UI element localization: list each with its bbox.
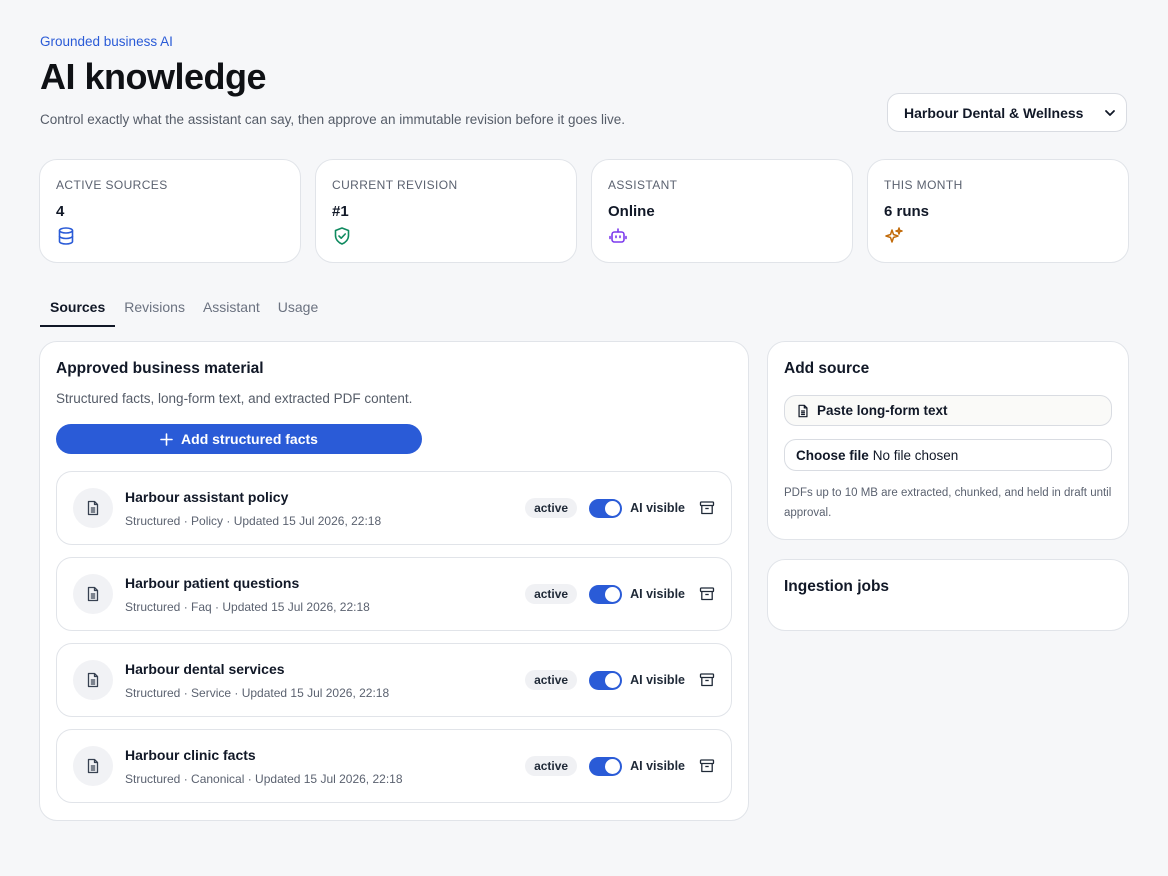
source-row: Harbour assistant policy Structured · Po… bbox=[56, 471, 732, 545]
source-row: Harbour dental services Structured · Ser… bbox=[56, 643, 732, 717]
stat-card-active-sources: Active sources 4 bbox=[39, 159, 301, 263]
add-source-card: Add source Paste long-form text Choose f… bbox=[767, 341, 1129, 540]
toggle-label: AI visible bbox=[630, 759, 685, 773]
stat-label: Active sources bbox=[56, 178, 168, 192]
stat-card-this-month: This month 6 runs bbox=[867, 159, 1129, 263]
source-meta: Structured · Service · Updated 15 Jul 20… bbox=[125, 685, 390, 700]
status-badge: active bbox=[525, 498, 578, 518]
plus-icon bbox=[160, 432, 173, 446]
archive-icon[interactable] bbox=[699, 758, 715, 774]
toggle-label: AI visible bbox=[630, 587, 685, 601]
source-name: Harbour dental services bbox=[125, 660, 285, 677]
stat-value: 4 bbox=[56, 203, 65, 220]
archive-icon[interactable] bbox=[699, 672, 715, 688]
source-meta: Structured · Canonical · Updated 15 Jul … bbox=[125, 771, 403, 786]
source-meta: Structured · Policy · Updated 15 Jul 202… bbox=[125, 513, 382, 528]
approved-material-card: Approved business material Structured fa… bbox=[39, 341, 749, 821]
ai-visible-toggle[interactable] bbox=[589, 756, 623, 776]
add-button-label: Add structured facts bbox=[181, 431, 318, 447]
tab-bar: Sources Revisions Assistant Usage bbox=[40, 296, 327, 327]
stat-value: 6 runs bbox=[884, 203, 930, 220]
document-icon bbox=[73, 660, 113, 700]
page-title: AI knowledge bbox=[40, 56, 267, 97]
upload-hint: PDFs up to 10 MB are extracted, chunked,… bbox=[784, 487, 1112, 519]
stat-value: #1 bbox=[332, 203, 349, 220]
choose-file-button[interactable]: Choose file bbox=[796, 448, 869, 463]
toggle-label: AI visible bbox=[630, 673, 685, 687]
tab-sources[interactable]: Sources bbox=[40, 296, 116, 327]
tab-revisions[interactable]: Revisions bbox=[115, 296, 194, 327]
bot-icon bbox=[609, 228, 627, 243]
document-icon bbox=[73, 574, 113, 614]
stat-label: Current revision bbox=[332, 178, 458, 192]
toggle-label: AI visible bbox=[630, 501, 685, 515]
ai-visible-toggle[interactable] bbox=[589, 498, 623, 518]
stat-label: Assistant bbox=[608, 178, 678, 192]
clinic-select-value: Harbour Dental & Wellness bbox=[904, 104, 1084, 121]
sparkles-icon bbox=[885, 227, 903, 243]
page-description: Control exactly what the assistant can s… bbox=[40, 112, 626, 127]
file-input[interactable]: Choose file No file chosen bbox=[784, 439, 1112, 471]
source-name: Harbour clinic facts bbox=[125, 746, 256, 763]
paste-button-label: Paste long-form text bbox=[817, 403, 948, 418]
tab-assistant[interactable]: Assistant bbox=[194, 296, 269, 327]
status-badge: active bbox=[525, 670, 578, 690]
ai-visible-toggle[interactable] bbox=[589, 584, 623, 604]
card-subtitle: Structured facts, long-form text, and ex… bbox=[56, 391, 413, 406]
stat-label: This month bbox=[884, 178, 963, 192]
status-badge: active bbox=[525, 584, 578, 604]
archive-icon[interactable] bbox=[699, 500, 715, 516]
add-structured-facts-button[interactable]: Add structured facts bbox=[56, 424, 422, 454]
document-icon bbox=[73, 488, 113, 528]
archive-icon[interactable] bbox=[699, 586, 715, 602]
source-list: Harbour assistant policy Structured · Po… bbox=[56, 471, 732, 803]
card-title: Add source bbox=[784, 360, 870, 377]
source-meta: Structured · Faq · Updated 15 Jul 2026, … bbox=[125, 599, 370, 614]
document-icon bbox=[798, 404, 808, 417]
eyebrow: Grounded business AI bbox=[40, 34, 173, 49]
shield-check-icon bbox=[334, 227, 350, 245]
ai-visible-toggle[interactable] bbox=[589, 670, 623, 690]
card-title: Ingestion jobs bbox=[784, 578, 890, 595]
stat-value: Online bbox=[608, 203, 655, 220]
stat-card-assistant: Assistant Online bbox=[591, 159, 853, 263]
card-title: Approved business material bbox=[56, 360, 264, 377]
chevron-down-icon bbox=[1105, 109, 1115, 116]
status-badge: active bbox=[525, 756, 578, 776]
tab-usage[interactable]: Usage bbox=[269, 296, 327, 327]
file-status: No file chosen bbox=[872, 447, 959, 463]
source-row: Harbour patient questions Structured · F… bbox=[56, 557, 732, 631]
source-name: Harbour assistant policy bbox=[125, 488, 289, 505]
stat-card-current-revision: Current revision #1 bbox=[315, 159, 577, 263]
source-name: Harbour patient questions bbox=[125, 574, 300, 591]
paste-long-form-button[interactable]: Paste long-form text bbox=[784, 395, 1112, 426]
source-row: Harbour clinic facts Structured · Canoni… bbox=[56, 729, 732, 803]
document-icon bbox=[73, 746, 113, 786]
clinic-select[interactable]: Harbour Dental & Wellness bbox=[887, 93, 1127, 132]
ingestion-jobs-card: Ingestion jobs bbox=[767, 559, 1129, 631]
database-icon bbox=[58, 227, 74, 245]
